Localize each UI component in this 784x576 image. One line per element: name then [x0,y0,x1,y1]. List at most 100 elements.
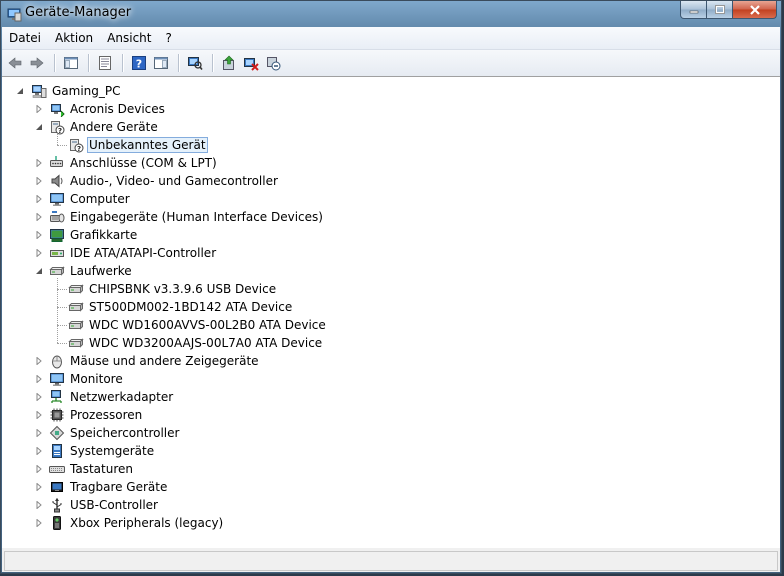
collapsed-triangle-icon [36,374,42,383]
storage-controller-icon [49,425,65,441]
unknown-device-icon: ? [51,121,65,135]
menu-ansicht[interactable]: Ansicht [100,29,158,47]
window-title: Geräte-Manager [25,5,132,20]
tree-expander[interactable] [34,158,43,167]
maximize-button[interactable] [707,1,733,19]
toolbar-separator [212,54,214,72]
tree-expander[interactable] [34,248,43,257]
tree-category[interactable]: Anschlüsse (COM & LPT) [49,154,219,172]
uninstall-device-button[interactable] [263,52,285,74]
action-pane-button[interactable] [151,52,173,74]
tree-expander[interactable] [34,374,43,383]
properties-button[interactable] [95,52,117,74]
tree-expander[interactable] [34,428,43,437]
tree-expander[interactable] [34,500,43,509]
svg-text:?: ? [135,58,141,71]
tree-expander[interactable] [34,212,43,221]
update-driver-icon [222,55,234,70]
tree-item-label: Speichercontroller [70,426,180,440]
tree-item-label: USB-Controller [70,498,158,512]
tree-connector [57,289,67,290]
title-bar[interactable]: Geräte-Manager [1,1,781,27]
tree-category[interactable]: Netzwerkadapter [49,388,175,406]
tree-category[interactable]: Monitore [49,370,125,388]
display-adapter-icon [50,229,64,242]
tree-expander[interactable] [34,122,43,131]
tree-device[interactable]: ST500DM002-1BD142 ATA Device [68,298,294,316]
disk-icon [68,284,84,294]
help-icon: ? [131,56,146,71]
collapsed-triangle-icon [36,230,42,239]
toolbar-separator [88,54,90,72]
menu-datei[interactable]: Datei [2,29,48,47]
collapsed-triangle-icon [36,428,42,437]
tree-category[interactable]: Laufwerke [49,262,134,280]
tree-category[interactable]: Systemgeräte [49,442,156,460]
tree-expander[interactable] [34,266,43,275]
tree-item-label: Andere Geräte [70,120,158,134]
tree-item-label: Systemgeräte [70,444,155,458]
cpu-icon [50,408,64,422]
menu-aktion[interactable]: Aktion [48,29,100,47]
tree-item-label: WDC WD3200AAJS-00L7A0 ATA Device [89,336,323,350]
scan-hardware-button[interactable] [185,52,207,74]
tree-device[interactable]: CHIPSBNK v3.3.9.6 USB Device [68,280,278,298]
tree-expander[interactable] [34,194,43,203]
tree-device[interactable]: ? Unbekanntes Gerät [68,136,208,154]
minimize-button[interactable] [680,1,707,19]
tree-expander[interactable] [34,176,43,185]
device-manager-icon [7,8,22,22]
tree-device[interactable]: WDC WD1600AVVS-00L2B0 ATA Device [68,316,328,334]
tree-item-label: Computer [70,192,130,206]
minimize-icon [689,10,698,13]
tree-category[interactable]: Eingabegeräte (Human Interface Devices) [49,208,325,226]
tree-category[interactable]: Prozessoren [49,406,144,424]
tree-expander[interactable] [34,392,43,401]
tree-expander[interactable] [34,230,43,239]
forward-button[interactable] [27,52,49,74]
tree-expander[interactable] [34,410,43,419]
tree-expander[interactable] [34,446,43,455]
tree-category[interactable]: Computer [49,190,132,208]
tree-expander[interactable] [34,518,43,527]
expanded-triangle-icon [35,123,42,130]
tree-expander[interactable] [34,104,43,113]
tree-root[interactable]: Gaming_PC [31,82,123,100]
disk-icon [68,338,84,348]
menu-help[interactable]: ? [158,29,178,47]
tree-category[interactable]: USB-Controller [49,496,160,514]
collapsed-triangle-icon [36,500,42,509]
tree-category[interactable]: Tragbare Geräte [49,478,169,496]
disable-device-button[interactable] [241,52,263,74]
tree-expander[interactable] [34,356,43,365]
tree-category[interactable]: IDE ATA/ATAPI-Controller [49,244,218,262]
tree-expander[interactable] [34,482,43,491]
tree-category[interactable]: Speichercontroller [49,424,181,442]
update-driver-button[interactable] [219,52,241,74]
tree-category[interactable]: Mäuse und andere Zeigegeräte [49,352,261,370]
tree-connector [57,134,58,145]
tree-category[interactable]: Audio-, Video- und Gamecontroller [49,172,280,190]
tree-item-label: ST500DM002-1BD142 ATA Device [89,300,293,314]
tree-category[interactable]: Grafikkarte [49,226,139,244]
unknown-device-icon: ? [70,139,84,153]
show-hide-console-tree-button[interactable] [61,52,83,74]
device-tree[interactable]: Gaming_PC Acronis Devices? Andere Geräte? U… [2,77,780,570]
tree-device[interactable]: WDC WD3200AAJS-00L7A0 ATA Device [68,334,324,352]
help-button[interactable]: ? [129,52,151,74]
disk-icon [68,302,84,312]
tree-expander-root[interactable] [15,86,24,95]
ide-icon [50,250,64,257]
tree-item-label: Laufwerke [70,264,132,278]
close-button[interactable] [733,1,777,19]
tree-category[interactable]: Acronis Devices [49,100,167,118]
tree-category[interactable]: Xbox Peripherals (legacy) [49,514,225,532]
tree-category[interactable]: ? Andere Geräte [49,118,160,136]
tree-category[interactable]: Tastaturen [49,460,135,478]
device-icon [51,104,65,117]
back-button[interactable] [5,52,27,74]
close-icon [749,4,760,15]
tree-expander[interactable] [34,464,43,473]
tree-item-label: Mäuse und andere Zeigegeräte [70,354,259,368]
tree-item-label: Anschlüsse (COM & LPT) [70,156,217,170]
